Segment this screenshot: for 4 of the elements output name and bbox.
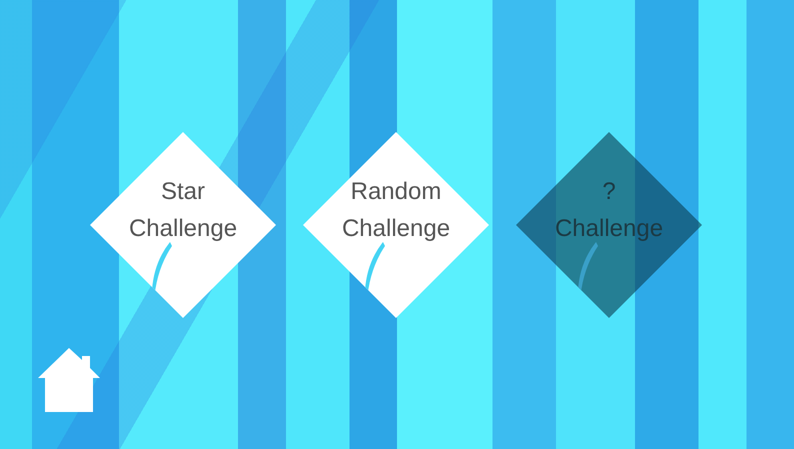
challenge-button[interactable]: Random Challenge xyxy=(303,132,489,318)
challenge-button[interactable]: Star Challenge xyxy=(90,132,276,318)
home-button[interactable] xyxy=(38,348,100,412)
home-icon xyxy=(38,348,100,412)
